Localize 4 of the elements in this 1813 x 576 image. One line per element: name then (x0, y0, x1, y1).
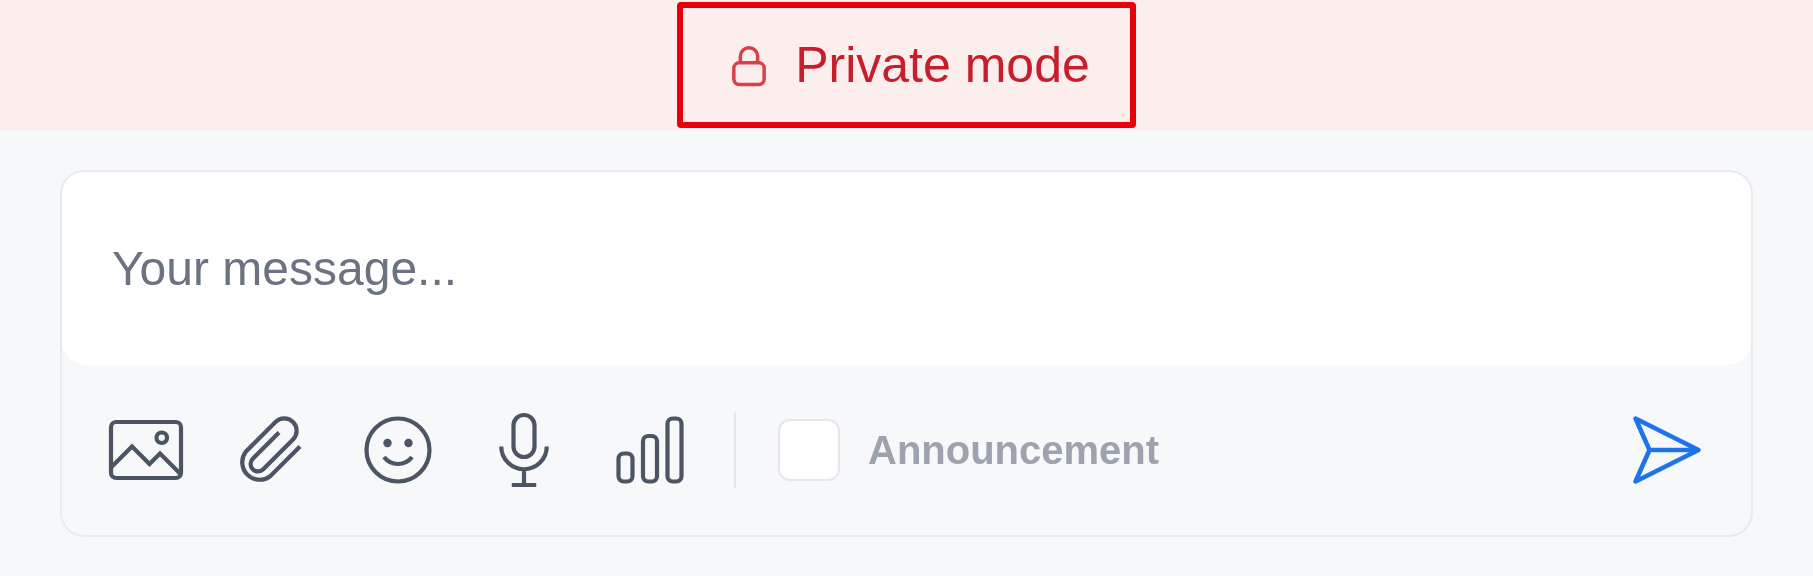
private-mode-label: Private mode (795, 40, 1090, 90)
announcement-label: Announcement (868, 427, 1160, 474)
announcement-checkbox[interactable] (778, 419, 840, 481)
message-input[interactable]: Your message... (62, 172, 1751, 365)
